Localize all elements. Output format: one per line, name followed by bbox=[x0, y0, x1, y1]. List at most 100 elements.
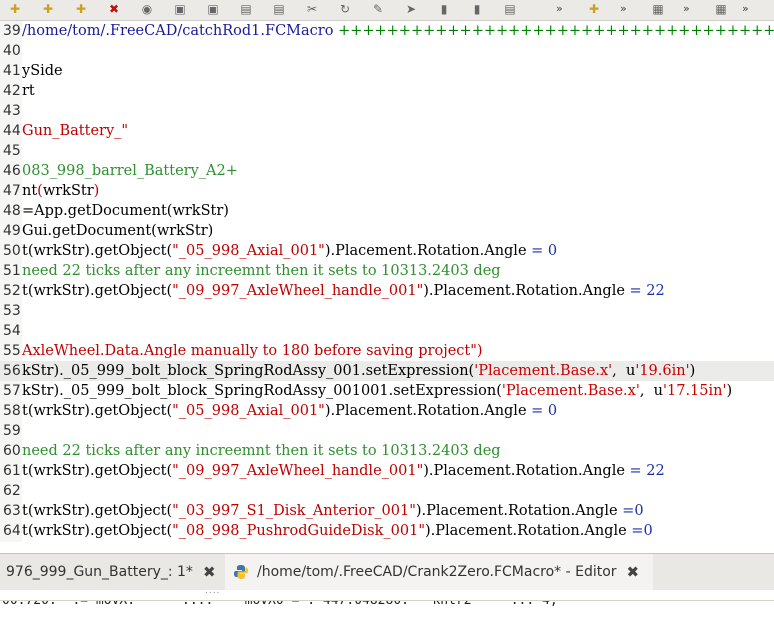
cube-icon[interactable]: ▣ bbox=[171, 2, 189, 16]
code-token: = bbox=[629, 463, 642, 479]
code-line[interactable]: 47 nt(wrkStr) bbox=[0, 181, 774, 201]
code-token: ).Placement.Rotation.Angle bbox=[423, 283, 630, 299]
bar-icon[interactable]: ▮ bbox=[468, 2, 486, 16]
tab-gun-battery[interactable]: 976_999_Gun_Battery_: 1* ✖ bbox=[0, 554, 228, 590]
code-line[interactable]: 48 =App.getDocument(wrkStr) bbox=[0, 201, 774, 221]
code-token: 0 bbox=[543, 403, 558, 419]
code-token: t(wrkStr).getObject( bbox=[22, 463, 173, 479]
code-token: "_09_997_AxleWheel_handle_001" bbox=[172, 463, 424, 479]
code-token: 083_998_barrel_Battery_A2+ bbox=[22, 163, 238, 179]
code-text: nt(wrkStr) bbox=[22, 181, 99, 201]
scissors-icon[interactable]: ✂ bbox=[303, 2, 321, 16]
code-line[interactable]: 63 t(wrkStr).getObject("_03_997_S1_Disk_A… bbox=[0, 501, 774, 521]
current-code-line[interactable]: 56 kStr)._05_999_bolt_block_SpringRodAssy… bbox=[0, 361, 774, 381]
code-line[interactable]: 49 Gui.getDocument(wrkStr) bbox=[0, 221, 774, 241]
arrow-icon[interactable]: ➤ bbox=[402, 2, 420, 16]
grid-icon[interactable]: ▦ bbox=[650, 2, 666, 16]
puzzle-icon[interactable]: ✚ bbox=[72, 2, 90, 16]
line-number: 43 bbox=[3, 103, 21, 119]
code-line[interactable]: 64 t(wrkStr).getObject("_08_998_PushrodGu… bbox=[0, 521, 774, 541]
tab-crank2zero-editor[interactable]: /home/tom/.FreeCAD/Crank2Zero.FCMacro* -… bbox=[225, 554, 653, 590]
rotate-icon[interactable]: ↻ bbox=[336, 2, 354, 16]
code-token: , u bbox=[639, 383, 664, 399]
code-text: Gun_Battery_" bbox=[22, 121, 128, 141]
code-token: kStr)._05_999_bolt_block_SpringRodAssy_0… bbox=[22, 383, 502, 399]
code-token: = bbox=[531, 243, 544, 259]
puzzle-icon[interactable]: ✚ bbox=[39, 2, 57, 16]
tab-label: 976_999_Gun_Battery_: 1* bbox=[6, 564, 193, 580]
code-line[interactable]: 52 t(wrkStr).getObject("_09_997_AxleWheel… bbox=[0, 281, 774, 301]
code-line[interactable]: 42 rt bbox=[0, 81, 774, 101]
code-token: "_05_998_Axial_001" bbox=[172, 243, 325, 259]
code-token: ).Placement.Rotation.Angle bbox=[324, 403, 532, 419]
line-number: 50 bbox=[3, 243, 21, 259]
code-line[interactable]: 43 bbox=[0, 101, 774, 121]
code-line[interactable]: 39/home/tom/.FreeCAD/catchRod1.FCMacro +… bbox=[0, 21, 774, 41]
code-line[interactable]: 44 Gun_Battery_" bbox=[0, 121, 774, 141]
code-token: ) bbox=[726, 383, 733, 399]
puzzle-icon[interactable]: ✚ bbox=[586, 2, 602, 16]
line-number: 51 bbox=[3, 263, 21, 279]
more-tools-chevron[interactable]: » bbox=[556, 2, 563, 15]
line-number: 42 bbox=[3, 83, 21, 99]
code-token: t(wrkStr).getObject( bbox=[22, 243, 173, 259]
line-number: 41 bbox=[3, 63, 21, 79]
code-line[interactable]: 59 bbox=[0, 421, 774, 441]
code-line[interactable]: 53 bbox=[0, 301, 774, 321]
code-line[interactable]: 58 t(wrkStr).getObject("_05_998_Axial_001… bbox=[0, 401, 774, 421]
pen-icon[interactable]: ✎ bbox=[369, 2, 387, 16]
code-token: ++++++++++++++++++++++++++++++++++++++++… bbox=[338, 23, 774, 39]
code-line[interactable]: 41 ySide bbox=[0, 61, 774, 81]
more-tools-chevron[interactable]: » bbox=[683, 2, 690, 15]
line-number: 61 bbox=[3, 463, 21, 479]
report-view: 00.720: := movX: .... movX0 = : 447.0482… bbox=[0, 600, 774, 623]
puzzle-icon[interactable]: ✚ bbox=[6, 2, 24, 16]
code-line[interactable]: 62 bbox=[0, 481, 774, 501]
line-number: 48 bbox=[3, 203, 21, 219]
line-number: 64 bbox=[3, 523, 21, 539]
code-line[interactable]: 61 t(wrkStr).getObject("_09_997_AxleWheel… bbox=[0, 461, 774, 481]
code-token: kStr)._05_999_bolt_block_SpringRodAssy_0… bbox=[22, 363, 475, 379]
line-number: 59 bbox=[3, 423, 21, 439]
code-token: need 22 ticks after any increemnt then i… bbox=[22, 263, 501, 279]
grid-icon[interactable]: ▦ bbox=[713, 2, 729, 16]
bar-icon[interactable]: ▮ bbox=[435, 2, 453, 16]
code-token: AxleWheel.Data.Angle manually to 180 bef… bbox=[22, 343, 483, 359]
code-token: t(wrkStr).getObject( bbox=[22, 503, 173, 519]
code-text: /home/tom/.FreeCAD/catchRod1.FCMacro +++… bbox=[22, 21, 774, 41]
page-icon[interactable]: ▤ bbox=[237, 2, 255, 16]
code-token: ).Placement.Rotation.Angle bbox=[415, 503, 623, 519]
line-number: 40 bbox=[3, 43, 21, 59]
page-icon[interactable]: ▤ bbox=[270, 2, 288, 16]
close-icon[interactable]: ✖ bbox=[203, 563, 216, 581]
close-icon[interactable]: ✖ bbox=[627, 563, 640, 581]
cube-icon[interactable]: ▣ bbox=[204, 2, 222, 16]
line-number: 45 bbox=[3, 143, 21, 159]
line-number: 39 bbox=[3, 23, 21, 39]
code-line[interactable]: 40 bbox=[0, 41, 774, 61]
code-line[interactable]: 55 AxleWheel.Data.Angle manually to 180 b… bbox=[0, 341, 774, 361]
code-line[interactable]: 51 need 22 ticks after any increemnt then… bbox=[0, 261, 774, 281]
code-line[interactable]: 50 t(wrkStr).getObject("_05_998_Axial_001… bbox=[0, 241, 774, 261]
splitter-grip[interactable]: .... bbox=[205, 586, 220, 596]
code-line[interactable]: 60 need 22 ticks after any increemnt then… bbox=[0, 441, 774, 461]
code-token: ).Placement.Rotation.Angle bbox=[425, 523, 632, 539]
code-text: t(wrkStr).getObject("_08_998_PushrodGuid… bbox=[22, 521, 653, 541]
page-icon[interactable]: ▤ bbox=[501, 2, 519, 16]
code-token: 22 bbox=[641, 463, 665, 479]
more-tools-chevron[interactable]: » bbox=[620, 2, 627, 15]
circle-icon[interactable]: ◉ bbox=[138, 2, 156, 16]
more-tools-chevron[interactable]: » bbox=[742, 2, 749, 15]
code-editor[interactable]: 39/home/tom/.FreeCAD/catchRod1.FCMacro +… bbox=[0, 21, 774, 542]
code-line[interactable]: 45 bbox=[0, 141, 774, 161]
line-number: 47 bbox=[3, 183, 21, 199]
code-line[interactable]: 46 083_998_barrel_Battery_A2+ bbox=[0, 161, 774, 181]
code-token: =0 bbox=[631, 523, 653, 539]
code-token: 22 bbox=[641, 283, 665, 299]
code-line[interactable]: 54 bbox=[0, 321, 774, 341]
code-text: t(wrkStr).getObject("_03_997_S1_Disk_Ant… bbox=[22, 501, 644, 521]
code-token: need 22 ticks after any increemnt then i… bbox=[22, 443, 501, 459]
python-icon bbox=[233, 564, 249, 580]
code-line[interactable]: 57 kStr)._05_999_bolt_block_SpringRodAssy… bbox=[0, 381, 774, 401]
cross-icon[interactable]: ✖ bbox=[105, 2, 123, 16]
